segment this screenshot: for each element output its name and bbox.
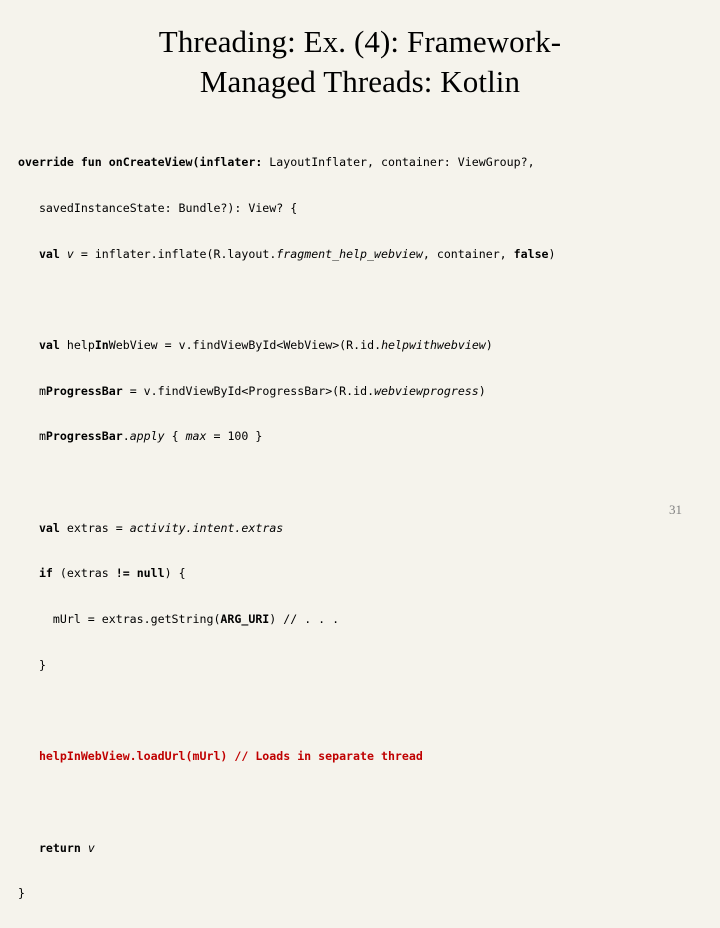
code-line: val v = inflater.inflate(R.layout.fragme… xyxy=(38,246,556,261)
code-line: return v xyxy=(38,840,95,855)
code-line: override fun onCreateView(inflater: Layo… xyxy=(18,155,535,170)
code-line-highlight: helpInWebView.loadUrl(mUrl) // Loads in … xyxy=(18,749,423,764)
page-title-line-2: Managed Threads: Kotlin xyxy=(199,63,521,99)
code-line: } xyxy=(18,886,25,901)
page-title: Threading: Ex. (4): Framework- Managed T… xyxy=(30,22,690,101)
code-line: savedInstanceState: Bundle?): View? { xyxy=(18,200,298,215)
code-line: val extras = activity.intent.extras xyxy=(38,520,284,535)
code-line: mUrl = extras.getString(ARG_URI) // . . … xyxy=(18,612,340,627)
code-line: mProgressBar = v.findViewById<ProgressBa… xyxy=(18,383,486,398)
code-block: override fun onCreateView(inflater: Layo… xyxy=(18,128,708,928)
page-number: 31 xyxy=(669,502,682,517)
page-title-line-1: Threading: Ex. (4): Framework- xyxy=(158,24,562,59)
code-line: } xyxy=(18,657,46,672)
code-line: mProgressBar.apply { max = 100 } xyxy=(18,429,263,444)
code-line: val helpInWebView = v.findViewById<WebVi… xyxy=(38,337,493,352)
slide: Threading: Ex. (4): Framework- Managed T… xyxy=(0,0,720,900)
code-line: if (extras != null) { xyxy=(38,566,186,581)
